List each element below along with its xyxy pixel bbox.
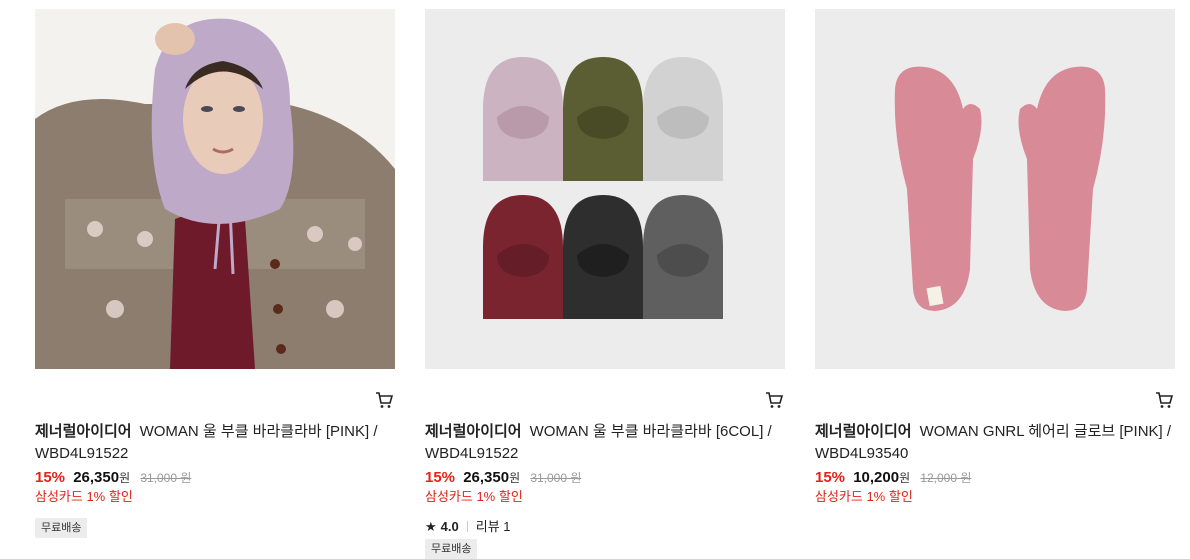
product-image[interactable]	[815, 9, 1175, 369]
currency: 원	[899, 471, 911, 485]
brand-name: 제너럴아이디어	[425, 423, 522, 440]
price-row: 15% 10,200원 12,000 원	[815, 467, 971, 489]
discount-rate: 15%	[35, 469, 66, 486]
sale-price: 26,350	[73, 469, 120, 486]
free-shipping-badge: 무료배송	[425, 539, 478, 559]
price-row: 15% 26,350원 31,000 원	[425, 467, 581, 489]
currency: 원	[119, 471, 131, 485]
card-promo: 삼성카드 1% 할인	[425, 489, 523, 504]
original-price: 31,000 원	[140, 471, 192, 485]
original-price: 12,000 원	[920, 471, 972, 485]
cart-icon[interactable]	[765, 391, 784, 409]
product-card[interactable]: 제너럴아이디어 WOMAN 울 부클 바라클라바 [PINK] / WBD4L91…	[35, 9, 395, 538]
cart-icon[interactable]	[375, 391, 394, 409]
discount-rate: 15%	[815, 469, 846, 486]
sale-price: 26,350	[463, 469, 510, 486]
sale-price: 10,200	[853, 469, 900, 486]
card-promo: 삼성카드 1% 할인	[35, 489, 133, 504]
currency: 원	[509, 471, 521, 485]
brand-name: 제너럴아이디어	[35, 423, 132, 440]
discount-rate: 15%	[425, 469, 456, 486]
original-price: 31,000 원	[530, 471, 582, 485]
product-title[interactable]: 제너럴아이디어 WOMAN 울 부클 바라클라바 [6COL] / WBD4L91…	[425, 421, 785, 465]
product-title[interactable]: 제너럴아이디어 WOMAN GNRL 헤어리 글로브 [PINK] / WBD4L…	[815, 421, 1175, 465]
product-title[interactable]: 제너럴아이디어 WOMAN 울 부클 바라클라바 [PINK] / WBD4L91…	[35, 421, 395, 465]
free-shipping-badge: 무료배송	[35, 518, 88, 538]
cart-icon[interactable]	[1155, 391, 1174, 409]
product-image[interactable]	[35, 9, 395, 369]
card-promo: 삼성카드 1% 할인	[815, 489, 913, 504]
review-count: 리뷰 1	[475, 519, 511, 534]
brand-name: 제너럴아이디어	[815, 423, 912, 440]
rating-score: 4.0	[440, 519, 459, 534]
divider	[466, 521, 468, 532]
price-row: 15% 26,350원 31,000 원	[35, 467, 191, 489]
product-card[interactable]: 제너럴아이디어 WOMAN GNRL 헤어리 글로브 [PINK] / WBD4L…	[815, 9, 1175, 504]
review-summary[interactable]: ★ 4.0 리뷰 1	[425, 518, 511, 536]
product-image[interactable]	[425, 9, 785, 369]
product-card[interactable]: 제너럴아이디어 WOMAN 울 부클 바라클라바 [6COL] / WBD4L91…	[425, 9, 785, 559]
star-icon: ★	[425, 519, 437, 534]
